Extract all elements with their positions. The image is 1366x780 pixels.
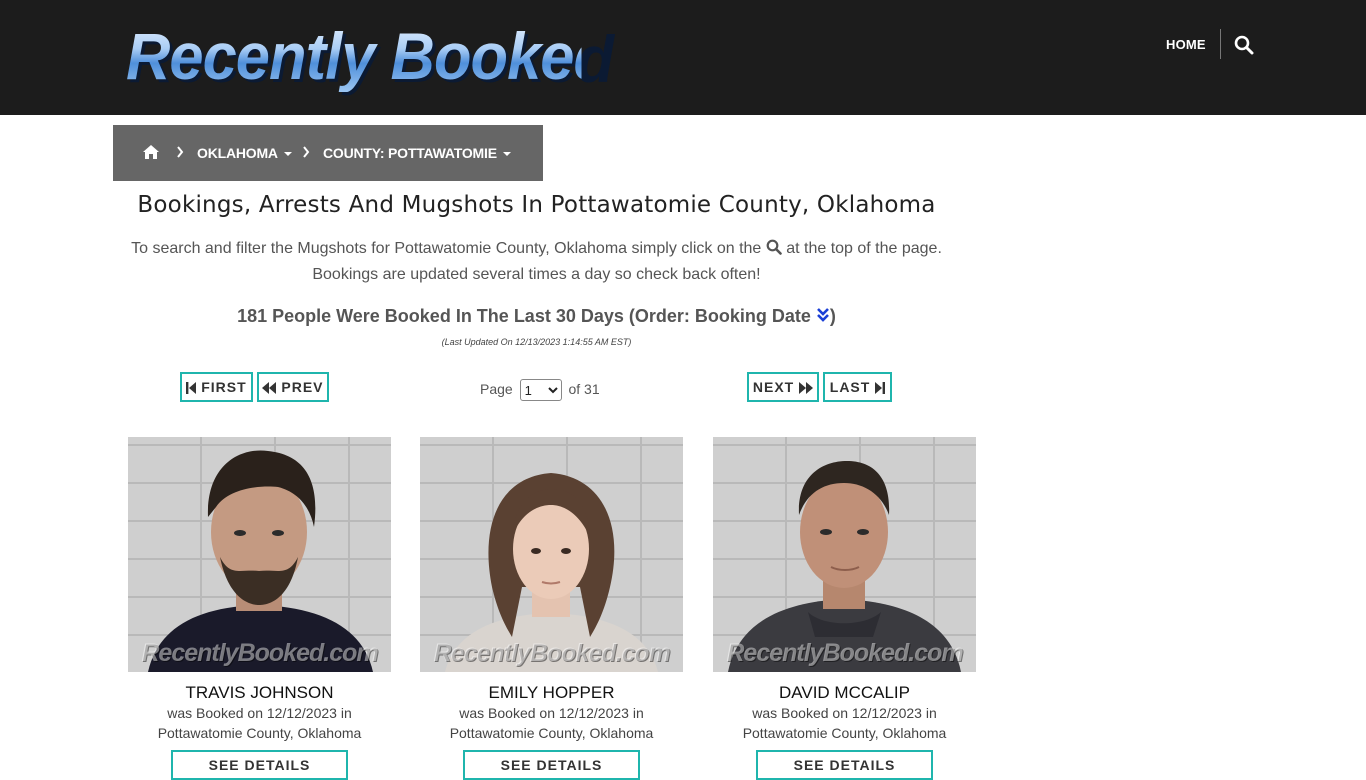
page-select[interactable]: 1 — [519, 379, 562, 402]
double-chevron-down-icon[interactable] — [816, 304, 830, 322]
step-backward-icon — [186, 382, 197, 394]
first-page-button[interactable]: FIRST — [180, 372, 253, 402]
booking-location: Pottawatomie County, Oklahoma — [157, 725, 362, 741]
caret-down-icon — [283, 152, 292, 157]
booking-date: was Booked on 12/12/2023 in — [167, 705, 352, 721]
caret-down-icon — [502, 152, 511, 157]
breadcrumb: OKLAHOMA COUNTY: POTTAWATOMIE — [113, 125, 543, 181]
backward-icon — [262, 382, 277, 394]
last-label: LAST — [829, 379, 871, 395]
prev-label: PREV — [281, 379, 324, 395]
watermark-text: RecentlyBooked.com — [141, 639, 378, 667]
page-title: Bookings, Arrests And Mugshots In Pottaw… — [137, 192, 936, 218]
watermark-text: RecentlyBooked.com — [726, 639, 963, 667]
person-name[interactable]: DAVID MCCALIP — [713, 682, 976, 704]
forward-icon — [799, 382, 814, 394]
intro-text-start: To search and filter the Mugshots for Po… — [131, 240, 762, 257]
home-icon[interactable] — [142, 144, 160, 160]
watermark-text: RecentlyBooked.com — [433, 639, 670, 667]
booking-info: was Booked on 12/12/2023 in Pottawatomie … — [713, 703, 976, 743]
person-name[interactable]: TRAVIS JOHNSON — [128, 682, 391, 704]
last-updated: (Last Updated On 12/13/2023 1:14:55 AM E… — [441, 337, 632, 347]
booking-location: Pottawatomie County, Oklahoma — [742, 725, 947, 741]
site-header: Recently Booked Recently Booked HOME — [0, 0, 1366, 115]
booking-card[interactable]: RecentlyBooked.com EMILY HOPPER was Book… — [420, 437, 683, 780]
booking-info: was Booked on 12/12/2023 in Pottawatomie … — [420, 703, 683, 743]
chevron-right-icon — [302, 145, 310, 161]
see-details-button[interactable]: SEE DETAILS — [171, 750, 348, 780]
breadcrumb-state-label: OKLAHOMA — [197, 145, 278, 161]
booking-location: Pottawatomie County, Oklahoma — [449, 725, 654, 741]
person-name[interactable]: EMILY HOPPER — [420, 682, 683, 704]
booking-date: was Booked on 12/12/2023 in — [752, 705, 937, 721]
site-logo[interactable]: Recently Booked — [126, 20, 611, 92]
chevron-right-icon — [176, 145, 184, 161]
booking-card[interactable]: RecentlyBooked.com DAVID MCCALIP was Boo… — [713, 437, 976, 780]
step-forward-icon — [875, 382, 886, 394]
mugshot-image[interactable]: RecentlyBooked.com — [128, 437, 391, 672]
breadcrumb-county[interactable]: COUNTY: POTTAWATOMIE — [323, 144, 511, 162]
first-label: FIRST — [201, 379, 247, 395]
see-details-button[interactable]: SEE DETAILS — [463, 750, 640, 780]
breadcrumb-state[interactable]: OKLAHOMA — [197, 144, 292, 162]
booking-card[interactable]: RecentlyBooked.com TRAVIS JOHNSON was Bo… — [128, 437, 391, 780]
booking-date: was Booked on 12/12/2023 in — [459, 705, 644, 721]
search-icon — [766, 238, 782, 255]
mugshot-image[interactable]: RecentlyBooked.com — [420, 437, 683, 672]
nav-home-link[interactable]: HOME — [1166, 36, 1206, 54]
nav-divider — [1220, 29, 1221, 59]
page-selector: Page 1 of 31 — [480, 379, 600, 402]
search-icon[interactable] — [1234, 35, 1254, 55]
next-page-button[interactable]: NEXT — [747, 372, 819, 402]
booking-info: was Booked on 12/12/2023 in Pottawatomie … — [128, 703, 391, 743]
breadcrumb-county-label: COUNTY: POTTAWATOMIE — [323, 145, 497, 161]
booking-count-close: ) — [829, 306, 836, 326]
next-label: NEXT — [752, 379, 795, 395]
see-details-button[interactable]: SEE DETAILS — [756, 750, 933, 780]
mugshot-image[interactable]: RecentlyBooked.com — [713, 437, 976, 672]
last-page-button[interactable]: LAST — [823, 372, 892, 402]
page-label: Page — [480, 381, 513, 397]
booking-count: 181 People Were Booked In The Last 30 Da… — [113, 303, 960, 329]
booking-count-text: 181 People Were Booked In The Last 30 Da… — [237, 306, 811, 326]
page-total: of 31 — [568, 381, 600, 397]
prev-page-button[interactable]: PREV — [257, 372, 329, 402]
intro-text: To search and filter the Mugshots for Po… — [120, 236, 953, 288]
